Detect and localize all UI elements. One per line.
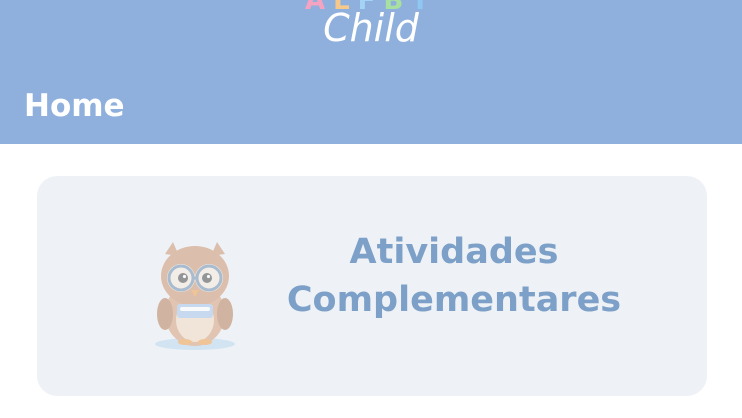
app-logo: ALFBT Child xyxy=(0,0,742,56)
card-label: Atividades Complementares xyxy=(257,228,651,324)
card-label-line2: Complementares xyxy=(286,280,622,320)
app-header: ALFBT Child Home xyxy=(0,0,742,144)
owl-mascot-icon xyxy=(155,242,235,350)
page-title: Home xyxy=(24,88,125,124)
logo-word: Child xyxy=(323,6,419,50)
activities-card[interactable]: Atividades Complementares xyxy=(37,176,707,396)
card-label-line1: Atividades xyxy=(349,232,559,272)
